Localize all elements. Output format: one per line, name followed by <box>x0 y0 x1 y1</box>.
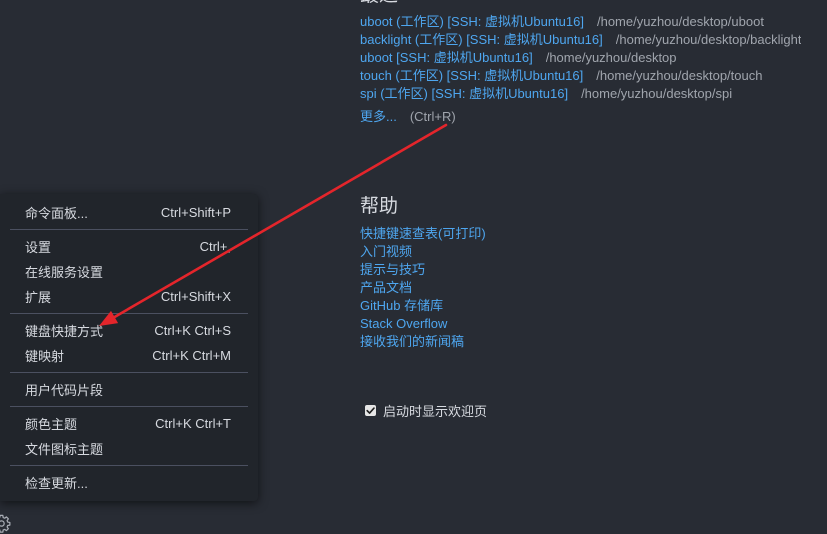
recent-item: backlight (工作区) [SSH: 虚拟机Ubuntu16] /home… <box>360 31 820 49</box>
recent-item: touch (工作区) [SSH: 虚拟机Ubuntu16] /home/yuz… <box>360 67 820 85</box>
menu-item-label: 命令面板... <box>25 206 88 221</box>
menu-item-shortcut: Ctrl+K Ctrl+M <box>152 348 231 363</box>
manage-menu: 命令面板... Ctrl+Shift+P 设置 Ctrl+, 在线服务设置 扩展… <box>0 194 258 501</box>
help-heading: 帮助 <box>360 196 399 217</box>
manage-button[interactable] <box>0 514 11 533</box>
recent-item: uboot (工作区) [SSH: 虚拟机Ubuntu16] /home/yuz… <box>360 13 820 31</box>
menu-item-label: 用户代码片段 <box>25 383 104 398</box>
recent-list: uboot (工作区) [SSH: 虚拟机Ubuntu16] /home/yuz… <box>360 13 820 126</box>
recent-item-path: /home/yuzhou/desktop/touch <box>596 68 763 83</box>
menu-separator <box>0 402 258 411</box>
help-link-stack-overflow[interactable]: Stack Overflow <box>360 315 486 333</box>
recent-heading: 最近 <box>360 0 398 8</box>
help-link-product-docs[interactable]: 产品文档 <box>360 279 486 297</box>
menu-item-online-services-settings[interactable]: 在线服务设置 <box>0 259 258 284</box>
menu-item-label: 扩展 <box>25 290 52 305</box>
menu-item-shortcut: Ctrl+Shift+P <box>160 205 231 220</box>
show-welcome-on-startup[interactable]: 启动时显示欢迎页 <box>365 401 487 419</box>
recent-item-path: /home/yuzhou/desktop <box>545 50 677 65</box>
recent-item-link[interactable]: touch (工作区) [SSH: 虚拟机Ubuntu16] <box>360 67 583 85</box>
gear-icon <box>0 514 11 533</box>
menu-item-command-palette[interactable]: 命令面板... Ctrl+Shift+P <box>0 200 258 225</box>
menu-item-keymaps[interactable]: 键映射 Ctrl+K Ctrl+M <box>0 343 258 368</box>
menu-item-shortcut: Ctrl+K Ctrl+S <box>154 323 231 338</box>
recent-item-link[interactable]: uboot (工作区) [SSH: 虚拟机Ubuntu16] <box>360 13 584 31</box>
help-links: 快捷键速查表(可打印) 入门视频 提示与技巧 产品文档 GitHub 存储库 S… <box>360 225 486 351</box>
menu-item-label: 键盘快捷方式 <box>25 324 104 339</box>
menu-item-shortcut: Ctrl+Shift+X <box>160 289 231 304</box>
menu-item-check-for-updates[interactable]: 检查更新... <box>0 470 258 495</box>
help-link-github-repo[interactable]: GitHub 存储库 <box>360 297 486 315</box>
menu-item-settings[interactable]: 设置 Ctrl+, <box>0 234 258 259</box>
menu-item-label: 键映射 <box>25 349 65 364</box>
menu-separator <box>0 461 258 470</box>
help-link-keyboard-cheatsheet[interactable]: 快捷键速查表(可打印) <box>360 225 486 243</box>
help-link-newsletter[interactable]: 接收我们的新闻稿 <box>360 333 486 351</box>
menu-item-shortcut: Ctrl+, <box>199 239 231 254</box>
recent-item: uboot [SSH: 虚拟机Ubuntu16] /home/yuzhou/de… <box>360 49 820 67</box>
menu-item-user-snippets[interactable]: 用户代码片段 <box>0 377 258 402</box>
menu-item-label: 设置 <box>25 240 52 255</box>
menu-item-label: 颜色主题 <box>25 417 78 432</box>
menu-item-file-icon-theme[interactable]: 文件图标主题 <box>0 436 258 461</box>
menu-item-extensions[interactable]: 扩展 Ctrl+Shift+X <box>0 284 258 309</box>
recent-item-path: /home/yuzhou/desktop/spi <box>581 86 733 101</box>
menu-item-color-theme[interactable]: 颜色主题 Ctrl+K Ctrl+T <box>0 411 258 436</box>
more-recent-shortcut: (Ctrl+R) <box>409 109 456 124</box>
recent-item-link[interactable]: backlight (工作区) [SSH: 虚拟机Ubuntu16] <box>360 31 603 49</box>
recent-item: spi (工作区) [SSH: 虚拟机Ubuntu16] /home/yuzho… <box>360 85 820 103</box>
recent-item-path: /home/yuzhou/desktop/backlight <box>615 32 802 47</box>
check-icon <box>366 406 375 414</box>
menu-item-shortcut: Ctrl+K Ctrl+T <box>155 416 231 431</box>
recent-item-path: /home/yuzhou/desktop/uboot <box>596 14 764 29</box>
recent-item-link[interactable]: uboot [SSH: 虚拟机Ubuntu16] <box>360 49 533 67</box>
help-link-tips-and-tricks[interactable]: 提示与技巧 <box>360 261 486 279</box>
menu-item-keyboard-shortcuts[interactable]: 键盘快捷方式 Ctrl+K Ctrl+S <box>0 318 258 343</box>
help-link-intro-videos[interactable]: 入门视频 <box>360 243 486 261</box>
menu-separator <box>0 225 258 234</box>
recent-more-row: 更多... (Ctrl+R) <box>360 108 820 126</box>
menu-item-label: 在线服务设置 <box>25 265 104 280</box>
more-recent-link[interactable]: 更多... <box>360 108 397 126</box>
menu-separator <box>0 309 258 318</box>
menu-item-label: 文件图标主题 <box>25 442 104 457</box>
startup-checkbox-label: 启动时显示欢迎页 <box>383 403 488 419</box>
menu-item-label: 检查更新... <box>25 476 88 491</box>
menu-separator <box>0 368 258 377</box>
startup-checkbox[interactable] <box>365 404 376 416</box>
recent-item-link[interactable]: spi (工作区) [SSH: 虚拟机Ubuntu16] <box>360 85 568 103</box>
